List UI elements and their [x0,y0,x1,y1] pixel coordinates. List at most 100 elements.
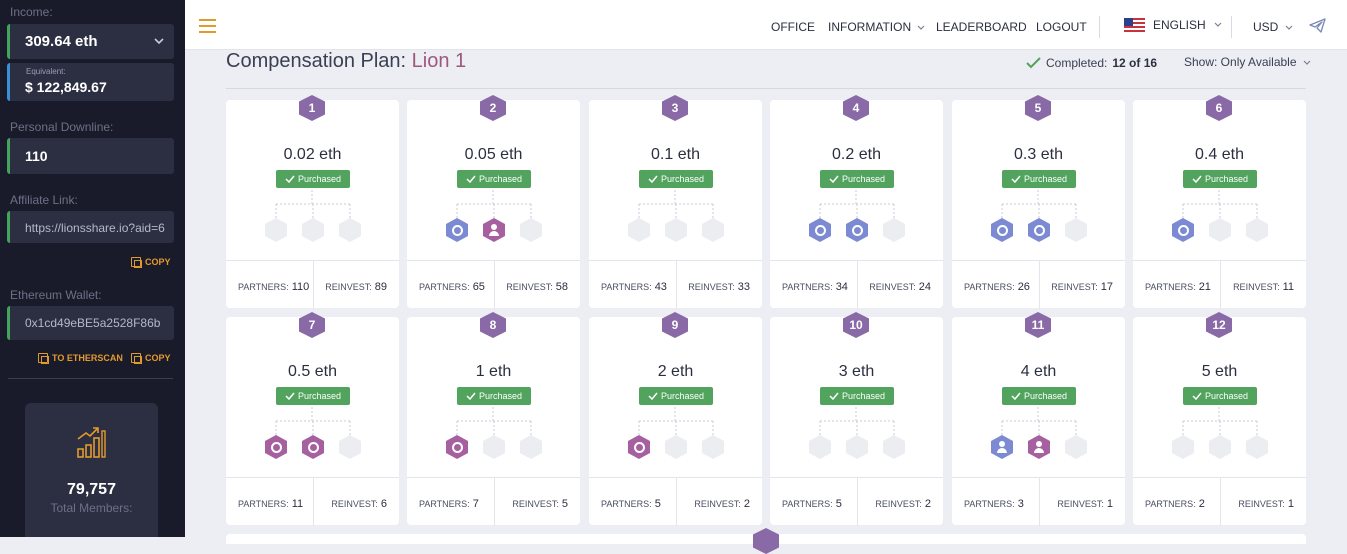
check-icon [829,392,839,400]
level-card[interactable]: 4 0.2 eth Purchased PARTNERS: 34 REINVEST… [770,95,943,309]
level-card[interactable]: 12 5 eth Purchased PARTNERS: 2 REINVEST: 1 [1133,312,1306,526]
nav-office[interactable]: OFFICE [771,20,815,34]
level-card[interactable]: 5 0.3 eth Purchased PARTNERS: 26 REINVEST… [952,95,1125,309]
telegram-icon[interactable] [1309,18,1326,33]
level-card[interactable]: 8 1 eth Purchased PARTNERS: 7 REINVEST: 5 [407,312,580,526]
language-select[interactable]: ENGLISH [1124,18,1222,32]
level-card[interactable]: 6 0.4 eth Purchased PARTNERS: 21 REINVEST… [1133,95,1306,309]
language-label: ENGLISH [1153,18,1206,32]
nav-leaderboard[interactable]: LEADERBOARD [936,20,1027,34]
equivalent-value: $ 122,849.67 [25,79,107,95]
partners-value: 5 [654,498,661,510]
downline-value: 110 [25,148,48,164]
purchased-label: Purchased [478,391,523,401]
equivalent-box: Equivalent: $ 122,849.67 [7,63,174,101]
stats-divider [857,478,858,526]
nav-divider [1099,16,1100,38]
level-number-badge [753,528,779,554]
reinvest-value: 89 [374,281,387,293]
income-select[interactable]: 309.64 eth [7,24,174,59]
copy-affiliate-button[interactable]: COPY [131,257,171,268]
copy-wallet-button[interactable]: COPY [131,353,171,364]
card-stats: PARTNERS: 43 REINVEST: 33 [589,260,762,309]
check-icon [285,175,295,183]
level-price: 4 eth [1020,363,1057,380]
partners-stat: PARTNERS: 34 [782,281,848,293]
purchased-badge: Purchased [639,170,713,188]
etherscan-label: TO ETHERSCAN [52,353,123,363]
level-card[interactable]: 2 0.05 eth Purchased PARTNERS: 65 REINVES… [407,95,580,309]
card-stats: PARTNERS: 5 REINVEST: 2 [589,477,762,526]
menu-icon[interactable] [199,19,216,33]
level-card[interactable]: 3 0.1 eth Purchased PARTNERS: 43 REINVEST… [589,95,762,309]
purchased-badge: Purchased [457,170,531,188]
check-icon [1192,175,1202,183]
purchased-label: Purchased [660,174,705,184]
partners-stat: PARTNERS: 3 [964,498,1024,510]
partners-stat: PARTNERS: 65 [419,281,485,293]
level-number-badge: 3 [662,95,688,121]
card-stats: PARTNERS: 26 REINVEST: 17 [952,260,1125,309]
copy-icon [131,353,142,364]
stats-divider [313,261,314,309]
equivalent-label: Equivalent: [26,67,66,76]
show-filter-select[interactable]: Show: Only Available [1184,55,1311,69]
reinvest-label: REINVEST: [869,282,916,292]
purchased-label: Purchased [1023,391,1068,401]
level-card[interactable]: 1 0.02 eth Purchased PARTNERS: 110 REINVE… [226,95,399,309]
sidebar-divider [8,378,173,379]
chevron-down-icon [1303,60,1311,65]
level-number-badge: 11 [1025,312,1051,338]
downline-box: 110 [7,138,174,174]
partners-value: 2 [1198,498,1205,510]
check-icon [1011,392,1021,400]
partner-ring-icon [1177,224,1189,236]
chart-growth-icon [77,427,106,458]
wallet-field[interactable]: 0x1cd49eBE5a2528F86b [7,306,174,340]
check-icon [1011,175,1021,183]
card-stats: PARTNERS: 3 REINVEST: 1 [952,477,1125,526]
partner-ring-icon [270,441,282,453]
level-price: 1 eth [475,363,512,380]
us-flag-icon [1124,18,1145,32]
level-card[interactable]: 10 3 eth Purchased PARTNERS: 5 REINVEST: 2 [770,312,943,526]
reinvest-label: REINVEST: [1233,282,1280,292]
purchased-badge: Purchased [1002,387,1076,405]
partners-label: PARTNERS: [419,499,470,509]
card-stats: PARTNERS: 2 REINVEST: 1 [1133,477,1306,526]
reinvest-value: 33 [737,281,750,293]
level-card[interactable]: 9 2 eth Purchased PARTNERS: 5 REINVEST: 2 [589,312,762,526]
title-divider [226,88,1306,89]
level-price: 0.05 eth [464,146,523,163]
level-card[interactable]: 7 0.5 eth Purchased PARTNERS: 11 REINVEST… [226,312,399,526]
reinvest-label: REINVEST: [875,499,922,509]
reinvest-value: 24 [918,281,931,293]
partners-stat: PARTNERS: 43 [601,281,667,293]
partner-ring-icon [307,441,319,453]
purchased-label: Purchased [841,391,886,401]
nav-information[interactable]: INFORMATION [828,20,925,34]
level-card[interactable]: 11 4 eth Purchased PARTNERS: 3 REINVEST: 1 [952,312,1125,526]
card-stats: PARTNERS: 7 REINVEST: 5 [407,477,580,526]
reinvest-stat: REINVEST: 58 [506,281,568,293]
purchased-label: Purchased [1023,174,1068,184]
partner-ring-icon [996,224,1008,236]
level-price: 3 eth [838,363,875,380]
level-number-badge: 12 [1206,312,1232,338]
nav-logout[interactable]: LOGOUT [1036,20,1087,34]
to-etherscan-button[interactable]: TO ETHERSCAN [38,353,123,364]
members-value: 79,757 [67,481,116,498]
level-price: 0.4 eth [1195,146,1244,163]
purchased-badge: Purchased [457,387,531,405]
currency-select[interactable]: USD [1253,20,1293,34]
partners-stat: PARTNERS: 21 [1145,281,1211,293]
partners-label: PARTNERS: [601,499,652,509]
affiliate-link-field[interactable]: https://lionsshare.io?aid=6 [7,211,174,243]
stats-divider [1039,478,1040,526]
check-icon [466,175,476,183]
reinvest-stat: REINVEST: 1 [1238,498,1294,510]
reinvest-stat: REINVEST: 17 [1051,281,1113,293]
main-content: Compensation Plan: Lion 1 Completed: 12 … [185,50,1347,554]
user-icon [488,224,500,236]
card-stats: PARTNERS: 110 REINVEST: 89 [226,260,399,309]
